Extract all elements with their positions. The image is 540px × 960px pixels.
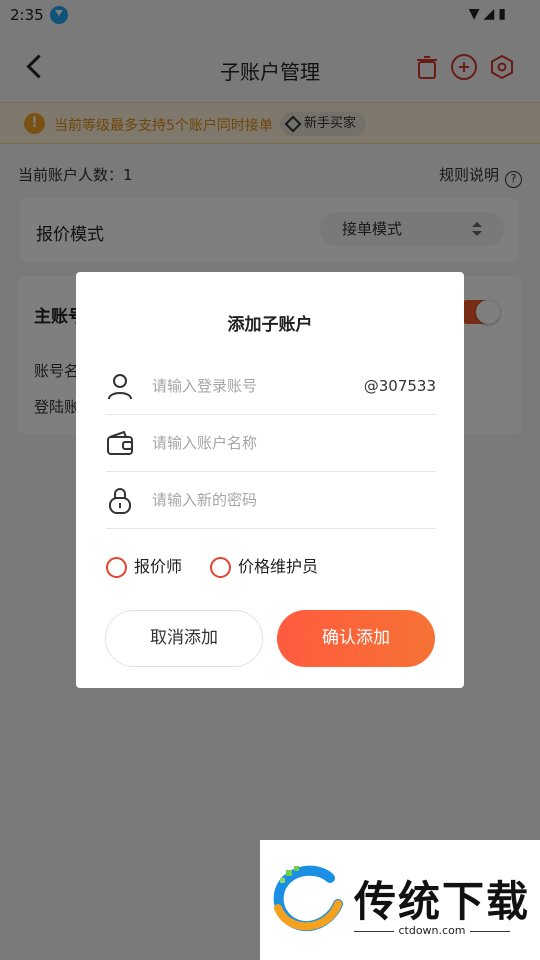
- account-domain-suffix: @307533: [363, 377, 436, 395]
- role-quoter-radio[interactable]: [106, 557, 127, 578]
- dialog-title: 添加子账户: [227, 315, 313, 335]
- role-price-maintainer-option[interactable]: 价格维护员: [210, 556, 318, 580]
- login-account-input[interactable]: [152, 372, 362, 400]
- watermark: 传统下载 ctdown.com: [260, 840, 540, 960]
- confirm-add-button[interactable]: 确认添加: [277, 610, 435, 667]
- login-account-field: @307533: [106, 358, 436, 415]
- cancel-add-button[interactable]: 取消添加: [105, 610, 263, 667]
- role-options: 报价师 价格维护员: [106, 556, 436, 580]
- account-name-input[interactable]: [152, 429, 362, 457]
- role-price-maintainer-radio[interactable]: [210, 557, 231, 578]
- role-quoter-option[interactable]: 报价师: [106, 556, 182, 580]
- lock-icon: [109, 488, 131, 514]
- watermark-logo-icon: [273, 865, 343, 932]
- password-input[interactable]: [152, 486, 362, 514]
- account-name-field: [106, 415, 436, 472]
- watermark-url: ctdown.com: [354, 924, 510, 937]
- role-price-maintainer-label: 价格维护员: [238, 557, 319, 576]
- user-icon: [108, 374, 132, 400]
- add-sub-account-dialog: 添加子账户 @307533 报价师 价格维护员: [76, 272, 464, 688]
- role-quoter-label: 报价师: [134, 557, 183, 576]
- wallet-icon: [107, 430, 133, 455]
- watermark-brand: 传统下载: [354, 877, 531, 926]
- password-field: [106, 472, 436, 529]
